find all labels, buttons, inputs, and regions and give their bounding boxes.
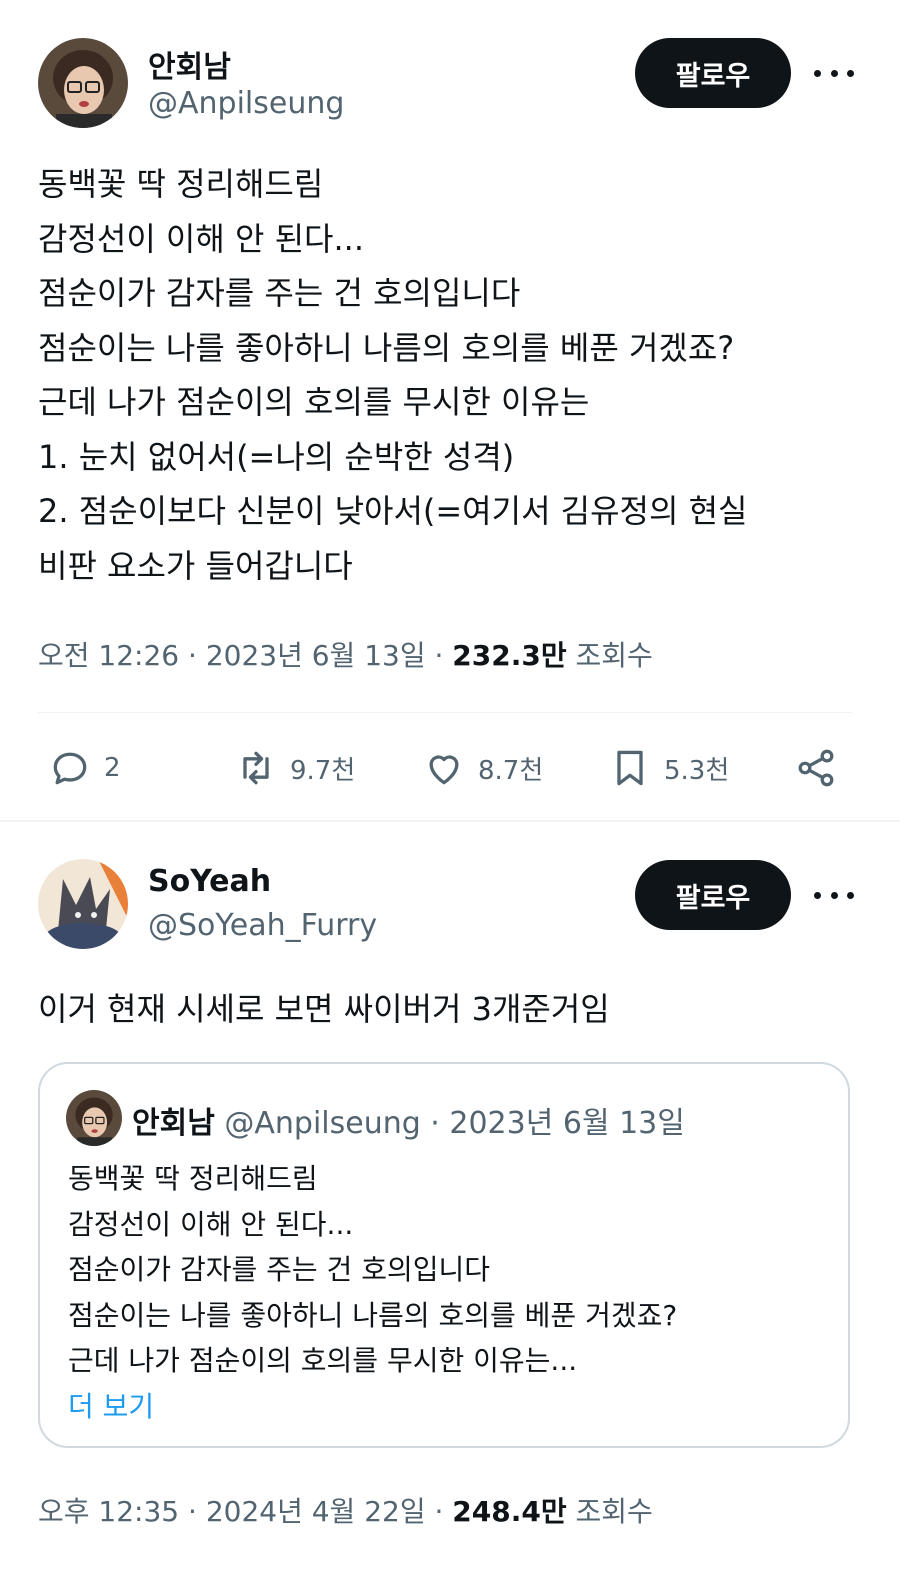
quote-author-avatar [66, 1090, 122, 1146]
more-icon[interactable] [814, 58, 854, 88]
quote-text: 동백꽃 딱 정리해드림 감정선이 이해 안 된다... 점순이가 감자를 주는 … [68, 1156, 677, 1429]
quote-author-name: 안회남 [132, 1106, 215, 1141]
reply-follow-button[interactable]: 팔로우 [635, 860, 791, 930]
bookmark-count: 5.3천 [664, 755, 730, 786]
post-line: 동백꽃 딱 정리해드림 [38, 165, 324, 203]
follow-button[interactable]: 팔로우 [635, 38, 791, 108]
quote-line: 동백꽃 딱 정리해드림 [68, 1162, 318, 1195]
post-line: 2. 점순이보다 신분이 낮아서(=여기서 김유정의 현실 [38, 492, 748, 530]
reply-count: 2 [104, 753, 121, 783]
post-line: 비판 요소가 들어갑니다 [38, 546, 353, 585]
divider [38, 712, 852, 713]
quote-header: 안회남 @Anpilseung · 2023년 6월 13일 [132, 1098, 685, 1142]
quote-avatar-image [66, 1090, 122, 1146]
show-more-link[interactable]: 더 보기 [68, 1384, 677, 1430]
post-meta: 오전 12:26 · 2023년 6월 13일 · 232.3만 조회수 [38, 634, 653, 674]
like-count: 8.7천 [478, 755, 544, 786]
quote-line: 감정선이 이해 안 된다... [68, 1207, 354, 1241]
reply-views-label: 조회수 [566, 1495, 653, 1528]
reply-author-handle[interactable]: @SoYeah_Furry [148, 908, 377, 943]
author-avatar[interactable] [38, 38, 128, 128]
reply-avatar-image [38, 859, 128, 949]
post-line: 점순이가 감자를 주는 건 호의입니다 [38, 274, 521, 312]
repost-icon [243, 751, 269, 785]
like-icon [429, 755, 459, 785]
original-post: 안회남 @Anpilseung 팔로우 동백꽃 딱 정리해드림 감정선이 이해 … [0, 0, 900, 820]
quote-author-handle: @Anpilseung · 2023년 6월 13일 [224, 1106, 685, 1141]
reply-icon [53, 752, 87, 785]
quote-line: 점순이가 감자를 주는 건 호의입니다 [68, 1253, 491, 1286]
like-button[interactable]: 8.7천 [422, 742, 543, 794]
more-icon[interactable] [814, 880, 854, 910]
author-name[interactable]: 안회남 [148, 42, 231, 86]
reply-button[interactable]: 2 [48, 742, 121, 794]
share-button[interactable] [794, 742, 838, 794]
reply-timestamp[interactable]: 오후 12:35 · 2024년 4월 22일 · [38, 1495, 452, 1528]
reply-author-avatar[interactable] [38, 859, 128, 949]
reply-text: 이거 현재 시세로 보면 싸이버거 3개준거임 [38, 990, 610, 1028]
repost-count: 9.7천 [290, 755, 356, 786]
quote-line: 점순이는 나를 좋아하니 나름의 호의를 베푼 거겠죠? [68, 1298, 678, 1332]
quote-line: 근데 나가 점순이의 호의를 무시한 이유는... [68, 1344, 578, 1377]
reply-view-count: 248.4만 [452, 1495, 567, 1528]
post-line: 감정선이 이해 안 된다... [38, 219, 364, 258]
post-line: 근데 나가 점순이의 호의를 무시한 이유는 [38, 383, 590, 421]
views-label: 조회수 [566, 639, 653, 672]
post-text: 동백꽃 딱 정리해드림 감정선이 이해 안 된다... 점순이가 감자를 주는 … [38, 157, 748, 593]
author-avatar-image [38, 38, 128, 128]
share-icon [798, 749, 834, 787]
reply-author-name[interactable]: SoYeah [148, 864, 271, 899]
quoted-post[interactable]: 안회남 @Anpilseung · 2023년 6월 13일 동백꽃 딱 정리해… [38, 1062, 850, 1448]
bookmark-button[interactable]: 5.3천 [608, 742, 729, 794]
post-line: 점순이는 나를 좋아하니 나름의 호의를 베푼 거겠죠? [38, 328, 735, 367]
view-count: 232.3만 [452, 639, 567, 672]
post-timestamp[interactable]: 오전 12:26 · 2023년 6월 13일 · [38, 639, 452, 672]
post-line: 1. 눈치 없어서(=나의 순박한 성격) [38, 437, 515, 476]
bookmark-icon [617, 750, 643, 786]
author-handle[interactable]: @Anpilseung [148, 86, 344, 121]
repost-button[interactable]: 9.7천 [234, 742, 355, 794]
reply-meta: 오후 12:35 · 2024년 4월 22일 · 248.4만 조회수 [38, 1490, 653, 1530]
